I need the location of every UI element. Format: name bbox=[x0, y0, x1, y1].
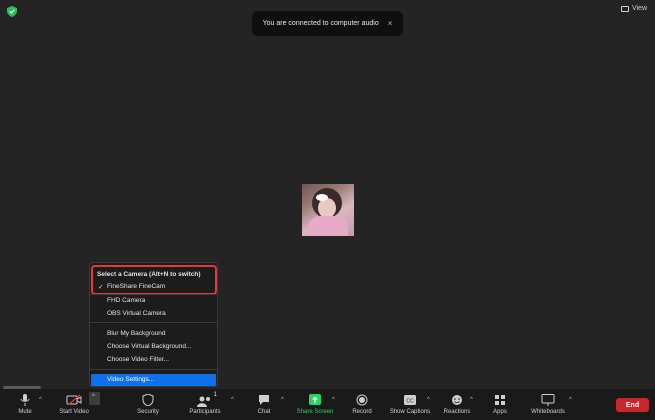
menu-item-video-filter[interactable]: Choose Video Filter... bbox=[107, 356, 169, 363]
encryption-shield-icon[interactable] bbox=[7, 6, 17, 17]
toast-close-button[interactable]: × bbox=[388, 19, 393, 28]
captions-options-caret[interactable]: ^ bbox=[427, 397, 430, 403]
chat-button[interactable]: Chat bbox=[254, 389, 274, 420]
check-icon: ✓ bbox=[98, 284, 104, 291]
participants-icon: 1 bbox=[197, 392, 217, 407]
apps-icon bbox=[495, 395, 505, 405]
meeting-toolbar: Mute ^ Start Video ^ Security 1 Particip… bbox=[0, 389, 655, 420]
participants-button[interactable]: 1 Participants bbox=[186, 389, 224, 420]
menu-item-fhd-camera[interactable]: FHD Camera bbox=[107, 297, 145, 304]
audio-options-caret[interactable]: ^ bbox=[39, 397, 42, 403]
reactions-icon bbox=[452, 395, 462, 405]
camera-select-menu: Select a Camera (Alt+N to switch) ✓ Fine… bbox=[89, 262, 218, 387]
start-video-button[interactable]: Start Video bbox=[56, 389, 92, 420]
video-off-icon bbox=[66, 394, 82, 406]
view-label: View bbox=[631, 5, 647, 12]
share-screen-icon bbox=[309, 394, 321, 405]
grid-view-icon bbox=[620, 5, 629, 12]
camera-section-highlight bbox=[91, 265, 217, 295]
chat-icon bbox=[259, 395, 269, 405]
menu-item-obs-virtual-camera[interactable]: OBS Virtual Camera bbox=[107, 310, 166, 317]
participants-count: 1 bbox=[213, 392, 217, 398]
whiteboards-options-caret[interactable]: ^ bbox=[569, 397, 572, 403]
whiteboards-button[interactable]: Whiteboards bbox=[528, 389, 568, 420]
menu-item-blur-background[interactable]: Blur My Background bbox=[107, 330, 166, 337]
share-screen-button[interactable]: Share Screen bbox=[295, 389, 335, 420]
participants-options-caret[interactable]: ^ bbox=[231, 397, 234, 403]
whiteboard-icon bbox=[541, 394, 555, 406]
menu-divider bbox=[90, 322, 217, 323]
show-captions-button[interactable]: CC Show Captions bbox=[388, 389, 432, 420]
microphone-icon bbox=[20, 394, 30, 406]
video-options-caret[interactable]: ^ bbox=[89, 392, 100, 405]
view-button[interactable]: View bbox=[620, 5, 647, 12]
camera-menu-header: Select a Camera (Alt+N to switch) bbox=[97, 271, 201, 278]
security-button[interactable]: Security bbox=[134, 389, 162, 420]
end-meeting-button[interactable]: End bbox=[616, 398, 649, 412]
apps-button[interactable]: Apps bbox=[490, 389, 510, 420]
share-options-caret[interactable]: ^ bbox=[332, 397, 335, 403]
mute-button[interactable]: Mute bbox=[12, 389, 38, 420]
record-button[interactable]: Record bbox=[350, 389, 374, 420]
menu-divider bbox=[90, 369, 217, 370]
participant-avatar bbox=[302, 184, 354, 236]
menu-divider bbox=[90, 294, 217, 295]
audio-connected-toast: You are connected to computer audio × bbox=[252, 11, 403, 36]
reactions-button[interactable]: Reactions bbox=[442, 389, 472, 420]
menu-item-virtual-background[interactable]: Choose Virtual Background... bbox=[107, 343, 191, 350]
toast-message: You are connected to computer audio bbox=[262, 20, 379, 27]
menu-item-fineshare-finecam[interactable]: ✓ FineShare FineCam bbox=[98, 283, 165, 291]
chat-options-caret[interactable]: ^ bbox=[281, 397, 284, 403]
svg-text:CC: CC bbox=[406, 399, 414, 405]
menu-item-video-settings[interactable]: Video Settings... bbox=[91, 374, 216, 386]
record-icon bbox=[356, 394, 368, 406]
shield-icon bbox=[142, 394, 154, 406]
reactions-options-caret[interactable]: ^ bbox=[470, 397, 473, 403]
closed-captions-icon: CC bbox=[404, 395, 416, 405]
